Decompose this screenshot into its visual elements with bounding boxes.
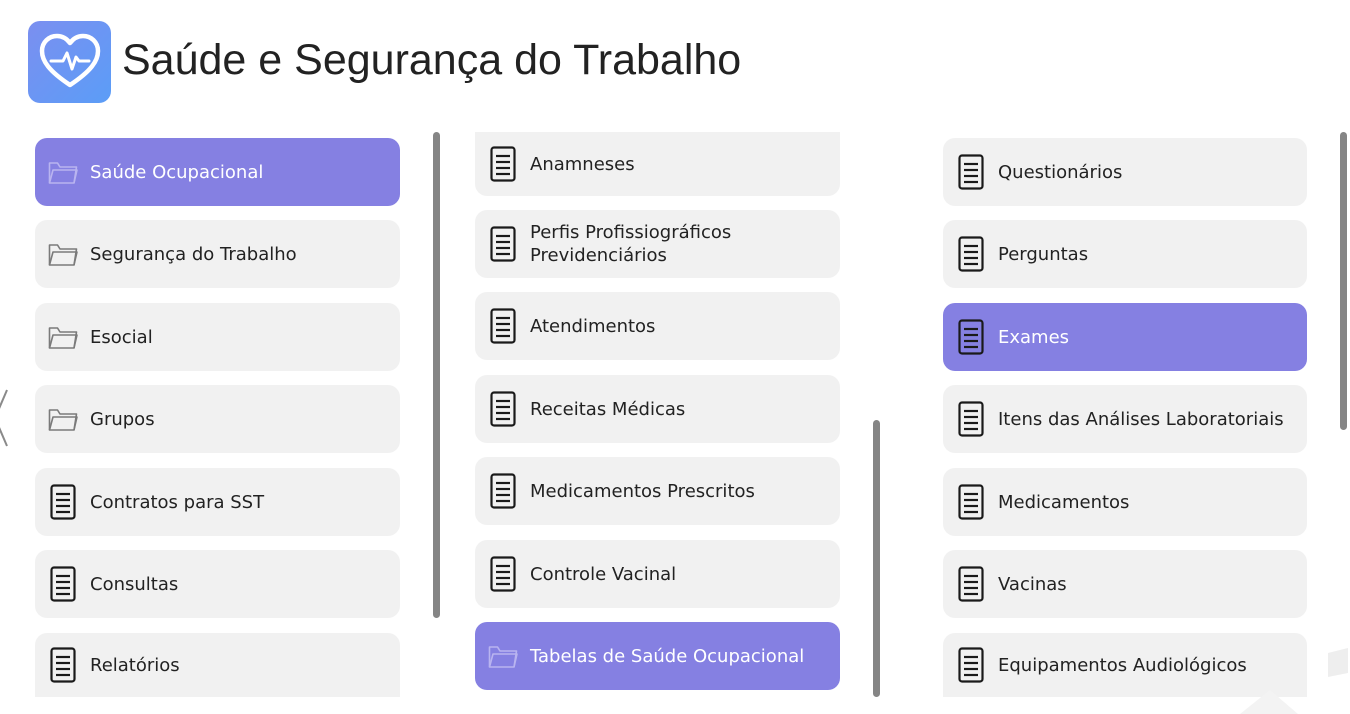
menu-item[interactable]: Tabelas de Saúde Ocupacional	[475, 622, 840, 690]
menu-item-label: Equipamentos Audiológicos	[998, 654, 1247, 676]
menu-item[interactable]: Relatórios	[35, 633, 400, 697]
menu-item-label: Medicamentos	[998, 491, 1130, 513]
document-icon	[487, 554, 519, 594]
scrollbar-column-3[interactable]	[1340, 132, 1347, 430]
menu-item-label: Receitas Médicas	[530, 398, 686, 420]
folder-icon	[487, 636, 519, 676]
document-icon	[955, 234, 987, 274]
menu-item-label: Relatórios	[90, 654, 180, 676]
menu-item-label: Contratos para SST	[90, 491, 265, 513]
app-logo	[28, 21, 111, 103]
menu-item-label: Saúde Ocupacional	[90, 161, 264, 183]
menu-item[interactable]: Saúde Ocupacional	[35, 138, 400, 206]
heart-pulse-icon	[39, 33, 100, 88]
menu-item-label: Atendimentos	[530, 315, 656, 337]
folder-icon	[47, 317, 79, 357]
scrollbar-column-2[interactable]	[873, 420, 880, 697]
document-icon	[487, 224, 519, 264]
watermark-shape	[1240, 648, 1348, 714]
menu-item-label: Tabelas de Saúde Ocupacional	[530, 645, 805, 667]
menu-item[interactable]: Vacinas	[943, 550, 1307, 618]
menu-item-label: Itens das Análises Laboratoriais	[998, 408, 1284, 430]
menu-item-label: Questionários	[998, 161, 1123, 183]
menu-item-label: Consultas	[90, 573, 179, 595]
document-icon	[47, 482, 79, 522]
menu-item-label: Medicamentos Prescritos	[530, 480, 755, 502]
menu-item[interactable]: Contratos para SST	[35, 468, 400, 536]
menu-item[interactable]: Atendimentos	[475, 292, 840, 360]
document-icon	[47, 564, 79, 604]
document-icon	[487, 306, 519, 346]
folder-icon	[47, 399, 79, 439]
menu-item[interactable]: Controle Vacinal	[475, 540, 840, 608]
menu-item-label: Grupos	[90, 408, 155, 430]
menu-item-label: Segurança do Trabalho	[90, 243, 297, 265]
page-title: Saúde e Segurança do Trabalho	[122, 36, 742, 84]
menu-item[interactable]: Anamneses	[475, 132, 840, 196]
document-icon	[487, 389, 519, 429]
menu-item[interactable]: Esocial	[35, 303, 400, 371]
menu-item[interactable]: Medicamentos Prescritos	[475, 457, 840, 525]
document-icon	[955, 645, 987, 685]
document-icon	[487, 471, 519, 511]
scrollbar-column-1[interactable]	[433, 132, 440, 618]
menu-item[interactable]: Consultas	[35, 550, 400, 618]
menu-item-label: Exames	[998, 326, 1070, 348]
document-icon	[955, 482, 987, 522]
chevron-left-icon[interactable]	[0, 388, 12, 448]
menu-item-label: Anamneses	[530, 153, 635, 175]
document-icon	[487, 144, 519, 184]
menu-item[interactable]: Questionários	[943, 138, 1307, 206]
menu-item-label: Perfis Profissiográficos Previdenciários	[530, 222, 732, 266]
folder-icon	[47, 152, 79, 192]
document-icon	[47, 645, 79, 685]
menu-item-label: Controle Vacinal	[530, 563, 677, 585]
menu-item[interactable]: Exames	[943, 303, 1307, 371]
menu-item-label: Vacinas	[998, 573, 1067, 595]
folder-icon	[47, 234, 79, 274]
menu-item[interactable]: Perfis Profissiográficos Previdenciários	[475, 210, 840, 278]
menu-item[interactable]: Receitas Médicas	[475, 375, 840, 443]
menu-item[interactable]: Segurança do Trabalho	[35, 220, 400, 288]
document-icon	[955, 564, 987, 604]
menu-item-label: Esocial	[90, 326, 153, 348]
menu-item[interactable]: Itens das Análises Laboratoriais	[943, 385, 1307, 453]
menu-item[interactable]: Grupos	[35, 385, 400, 453]
menu-item[interactable]: Perguntas	[943, 220, 1307, 288]
document-icon	[955, 399, 987, 439]
menu-item[interactable]: Medicamentos	[943, 468, 1307, 536]
document-icon	[955, 317, 987, 357]
menu-item-label: Perguntas	[998, 243, 1089, 265]
document-icon	[955, 152, 987, 192]
